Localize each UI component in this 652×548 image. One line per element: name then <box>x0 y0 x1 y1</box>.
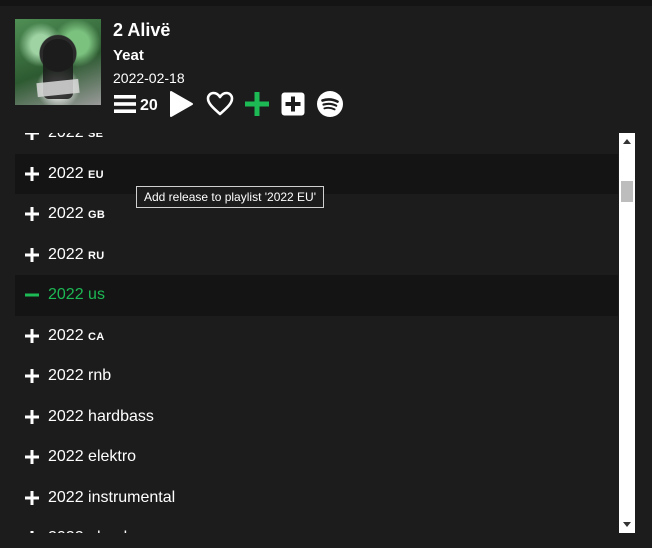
scrollbar[interactable] <box>619 133 635 533</box>
add-to-playlist-button[interactable] <box>280 91 306 117</box>
playlist-name: 2022 GB <box>48 205 106 223</box>
release-toolbar: 20 <box>113 90 344 118</box>
playlist-name: 2022 CA <box>48 326 105 344</box>
playlist-name: 2022 rnb <box>48 367 112 385</box>
plus-icon[interactable] <box>15 368 48 384</box>
playlist-name: 2022 hardbass <box>48 407 154 425</box>
heart-icon <box>206 91 234 116</box>
playlist-row[interactable]: 2022 rnb <box>15 356 618 397</box>
plus-icon[interactable] <box>15 409 48 425</box>
playlist-row[interactable]: 2022 hardbass <box>15 397 618 438</box>
playlist-row[interactable]: 2022 us <box>15 275 618 316</box>
cover-tag <box>36 78 80 98</box>
like-button[interactable] <box>206 91 234 117</box>
add-to-library-button[interactable] <box>244 91 270 117</box>
playlist-name: 2022 SE <box>48 133 104 141</box>
release-title: 2 Alivë <box>113 20 171 40</box>
plus-icon[interactable] <box>15 490 48 506</box>
plus-icon[interactable] <box>15 133 48 141</box>
add-box-icon <box>281 92 305 116</box>
tracklist-button[interactable] <box>113 93 137 115</box>
tracklist-icon <box>114 95 136 113</box>
playlist-name: 2022 RU <box>48 245 105 263</box>
scroll-up-arrow[interactable] <box>619 133 635 149</box>
playlist-row[interactable]: 2022 SE <box>15 133 618 154</box>
plus-icon[interactable] <box>15 328 48 344</box>
playlist-row[interactable]: 2022 instrumental <box>15 478 618 519</box>
minus-icon[interactable] <box>15 287 48 303</box>
playlist-name: 2022 EU <box>48 164 104 182</box>
playlist-row[interactable]: 2022 CA <box>15 316 618 357</box>
plus-icon[interactable] <box>15 449 48 465</box>
spotify-icon <box>316 91 343 117</box>
playlist-row[interactable]: 2022 RU <box>15 235 618 276</box>
play-icon <box>169 91 193 117</box>
plus-icon[interactable] <box>15 247 48 263</box>
artist-name[interactable]: Yeat <box>113 47 144 64</box>
album-cover <box>15 19 101 105</box>
spotify-button[interactable] <box>316 90 344 118</box>
plus-icon[interactable] <box>15 530 48 533</box>
playlist-row[interactable]: 2022 elektro <box>15 437 618 478</box>
playlist-name: 2022 elektro <box>48 448 137 466</box>
tooltip: Add release to playlist '2022 EU' <box>136 186 325 208</box>
play-button[interactable] <box>168 90 194 118</box>
playlist-name: 2022 phonk <box>48 529 132 533</box>
playlist-name: 2022 instrumental <box>48 488 176 506</box>
plus-icon[interactable] <box>15 166 48 182</box>
release-date: 2022-02-18 <box>113 70 185 86</box>
add-icon <box>244 92 269 116</box>
scroll-thumb[interactable] <box>621 181 633 202</box>
track-count: 20 <box>140 97 158 114</box>
plus-icon[interactable] <box>15 206 48 222</box>
scroll-down-arrow[interactable] <box>619 517 635 533</box>
playlist-row[interactable]: 2022 phonk <box>15 518 618 533</box>
playlist-name: 2022 us <box>48 286 105 304</box>
